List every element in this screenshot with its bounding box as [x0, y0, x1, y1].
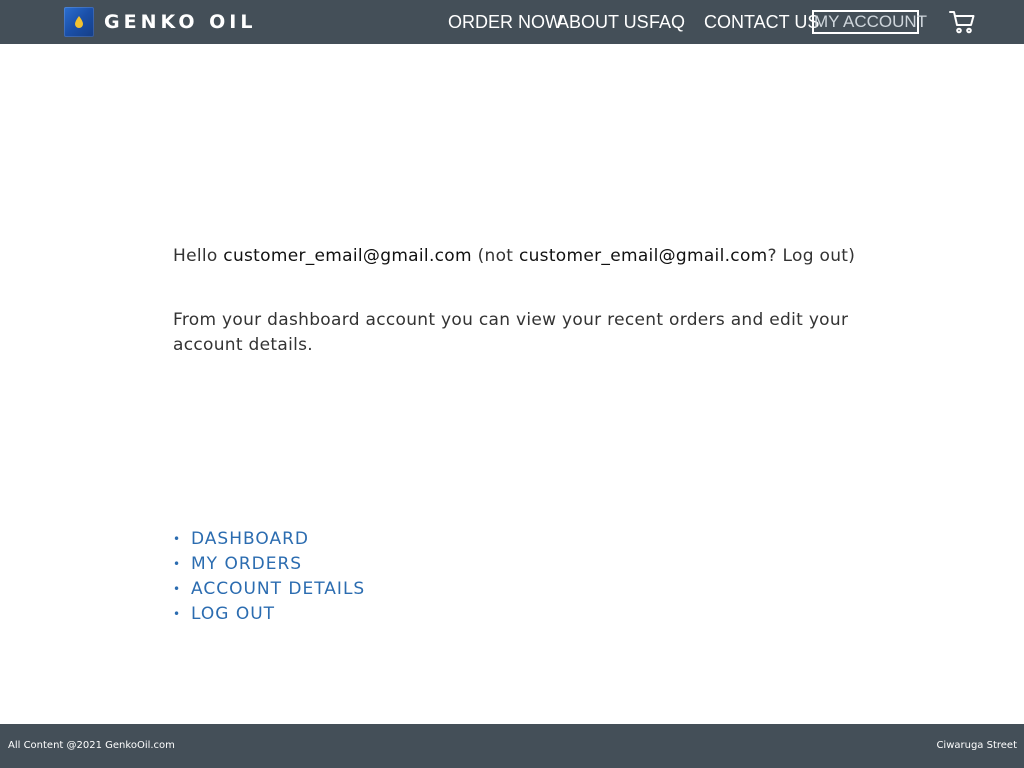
bullet: • — [173, 532, 181, 546]
site-footer: All Content @2021 GenkoOil.com Ciwaruga … — [0, 724, 1024, 768]
nav-my-account[interactable]: MY ACCOUNT — [812, 10, 927, 34]
greeting-email: customer_email@gmail.com — [223, 246, 472, 266]
my-orders-link[interactable]: MY ORDERS — [191, 552, 302, 577]
greeting-email-again: customer_email@gmail.com — [518, 246, 768, 266]
account-nav-item-logout: • LOG OUT — [173, 602, 365, 627]
log-out-link[interactable]: LOG OUT — [191, 602, 275, 627]
nav-order-now[interactable]: ORDER NOW — [448, 10, 562, 34]
site-header: GENKO OIL ORDER NOW ABOUT US FAQ CONTACT… — [0, 0, 1024, 44]
nav-about-us[interactable]: ABOUT US — [557, 10, 649, 34]
oil-drop-icon — [64, 7, 94, 37]
greeting-logout-link[interactable]: Log out — [783, 246, 849, 266]
greeting-not: (not — [471, 246, 519, 266]
logo-text: GENKO OIL — [104, 11, 257, 33]
greeting-hello: Hello — [173, 246, 224, 266]
site-logo[interactable]: GENKO OIL — [64, 7, 256, 37]
greeting-question: ? — [767, 246, 783, 266]
greeting-close: ) — [848, 246, 856, 266]
dashboard-intro: From your dashboard account you can view… — [173, 310, 849, 355]
dashboard-link[interactable]: DASHBOARD — [191, 527, 309, 552]
account-nav-item-dashboard: • DASHBOARD — [173, 527, 365, 552]
footer-address: Ciwaruga Street — [936, 740, 1017, 751]
nav-faq[interactable]: FAQ — [649, 10, 685, 34]
account-nav-item-orders: • MY ORDERS — [173, 552, 365, 577]
nav-contact-us[interactable]: CONTACT US — [704, 10, 819, 34]
bullet: • — [173, 607, 181, 621]
account-details-link[interactable]: ACCOUNT DETAILS — [191, 577, 365, 602]
account-greeting: Hello customer_email@gmail.com (not cust… — [173, 244, 933, 269]
account-nav-item-details: • ACCOUNT DETAILS — [173, 577, 365, 602]
account-navigation: • DASHBOARD • MY ORDERS • ACCOUNT DETAIL… — [173, 527, 365, 627]
bullet: • — [173, 557, 181, 571]
footer-copyright: All Content @2021 GenkoOil.com — [8, 740, 175, 751]
bullet: • — [173, 582, 181, 596]
shopping-cart-icon[interactable] — [949, 10, 975, 34]
